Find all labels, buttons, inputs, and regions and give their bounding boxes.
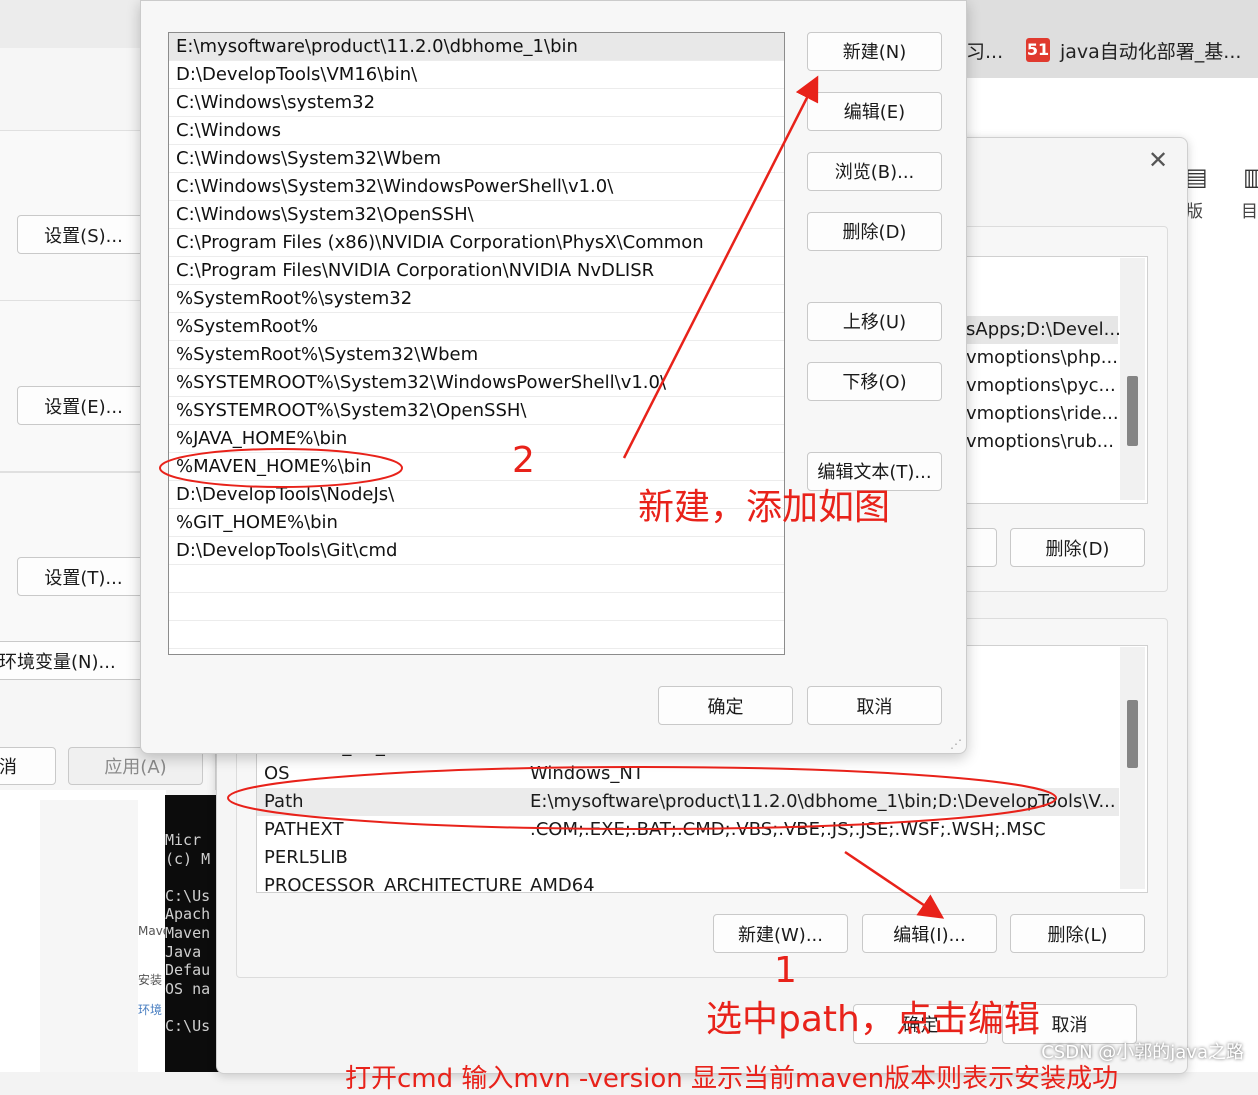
- step2-number: 2: [512, 440, 535, 481]
- arrow-to-edit-button: [844, 850, 945, 919]
- step2-text: 新建，添加如图: [638, 487, 891, 528]
- arrow-to-new-button: [622, 75, 819, 459]
- step1-number: 1: [774, 950, 797, 991]
- step1-text: 选中path，点击编辑: [706, 999, 1040, 1040]
- bottom-instruction-text: 打开cmd 输入mvn -version 显示当前maven版本则表示安装成功: [345, 1064, 1119, 1094]
- csdn-watermark: CSDN @小郭的java之路: [1041, 1042, 1244, 1063]
- path-row-highlight-ellipse: [227, 766, 1057, 830]
- maven-home-highlight-ellipse: [159, 448, 403, 488]
- annotation-overlay: [159, 75, 1057, 919]
